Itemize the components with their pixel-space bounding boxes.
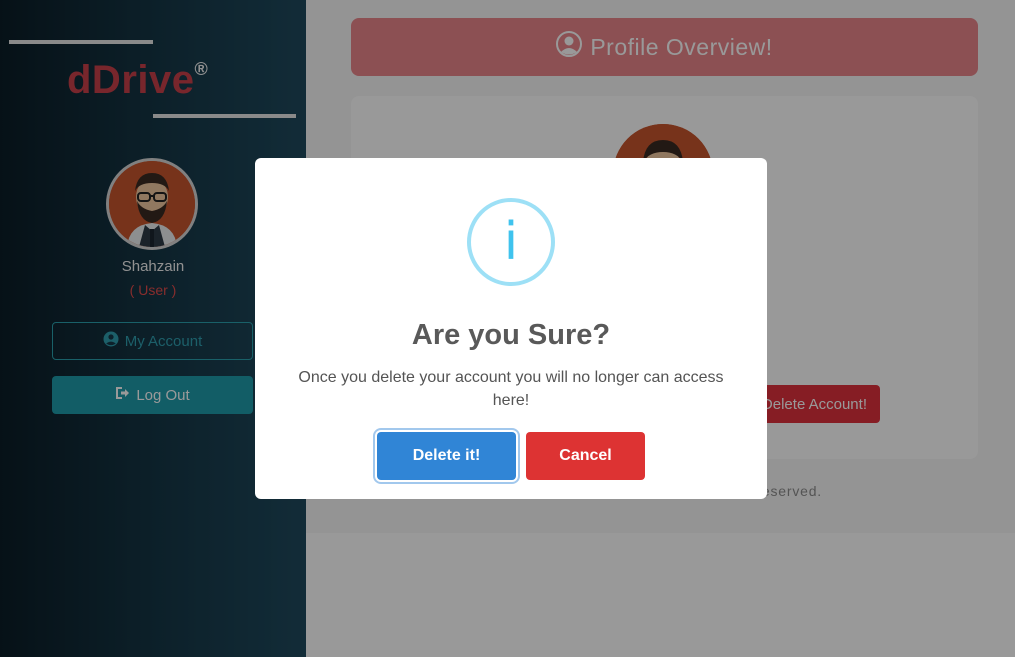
- confirm-dialog: i Are you Sure? Once you delete your acc…: [255, 158, 767, 499]
- info-icon: i: [467, 198, 555, 286]
- dialog-message: Once you delete your account you will no…: [298, 369, 724, 409]
- dialog-title: Are you Sure?: [411, 319, 611, 351]
- cancel-button[interactable]: Cancel: [526, 432, 645, 480]
- delete-confirm-button[interactable]: Delete it!: [377, 432, 516, 480]
